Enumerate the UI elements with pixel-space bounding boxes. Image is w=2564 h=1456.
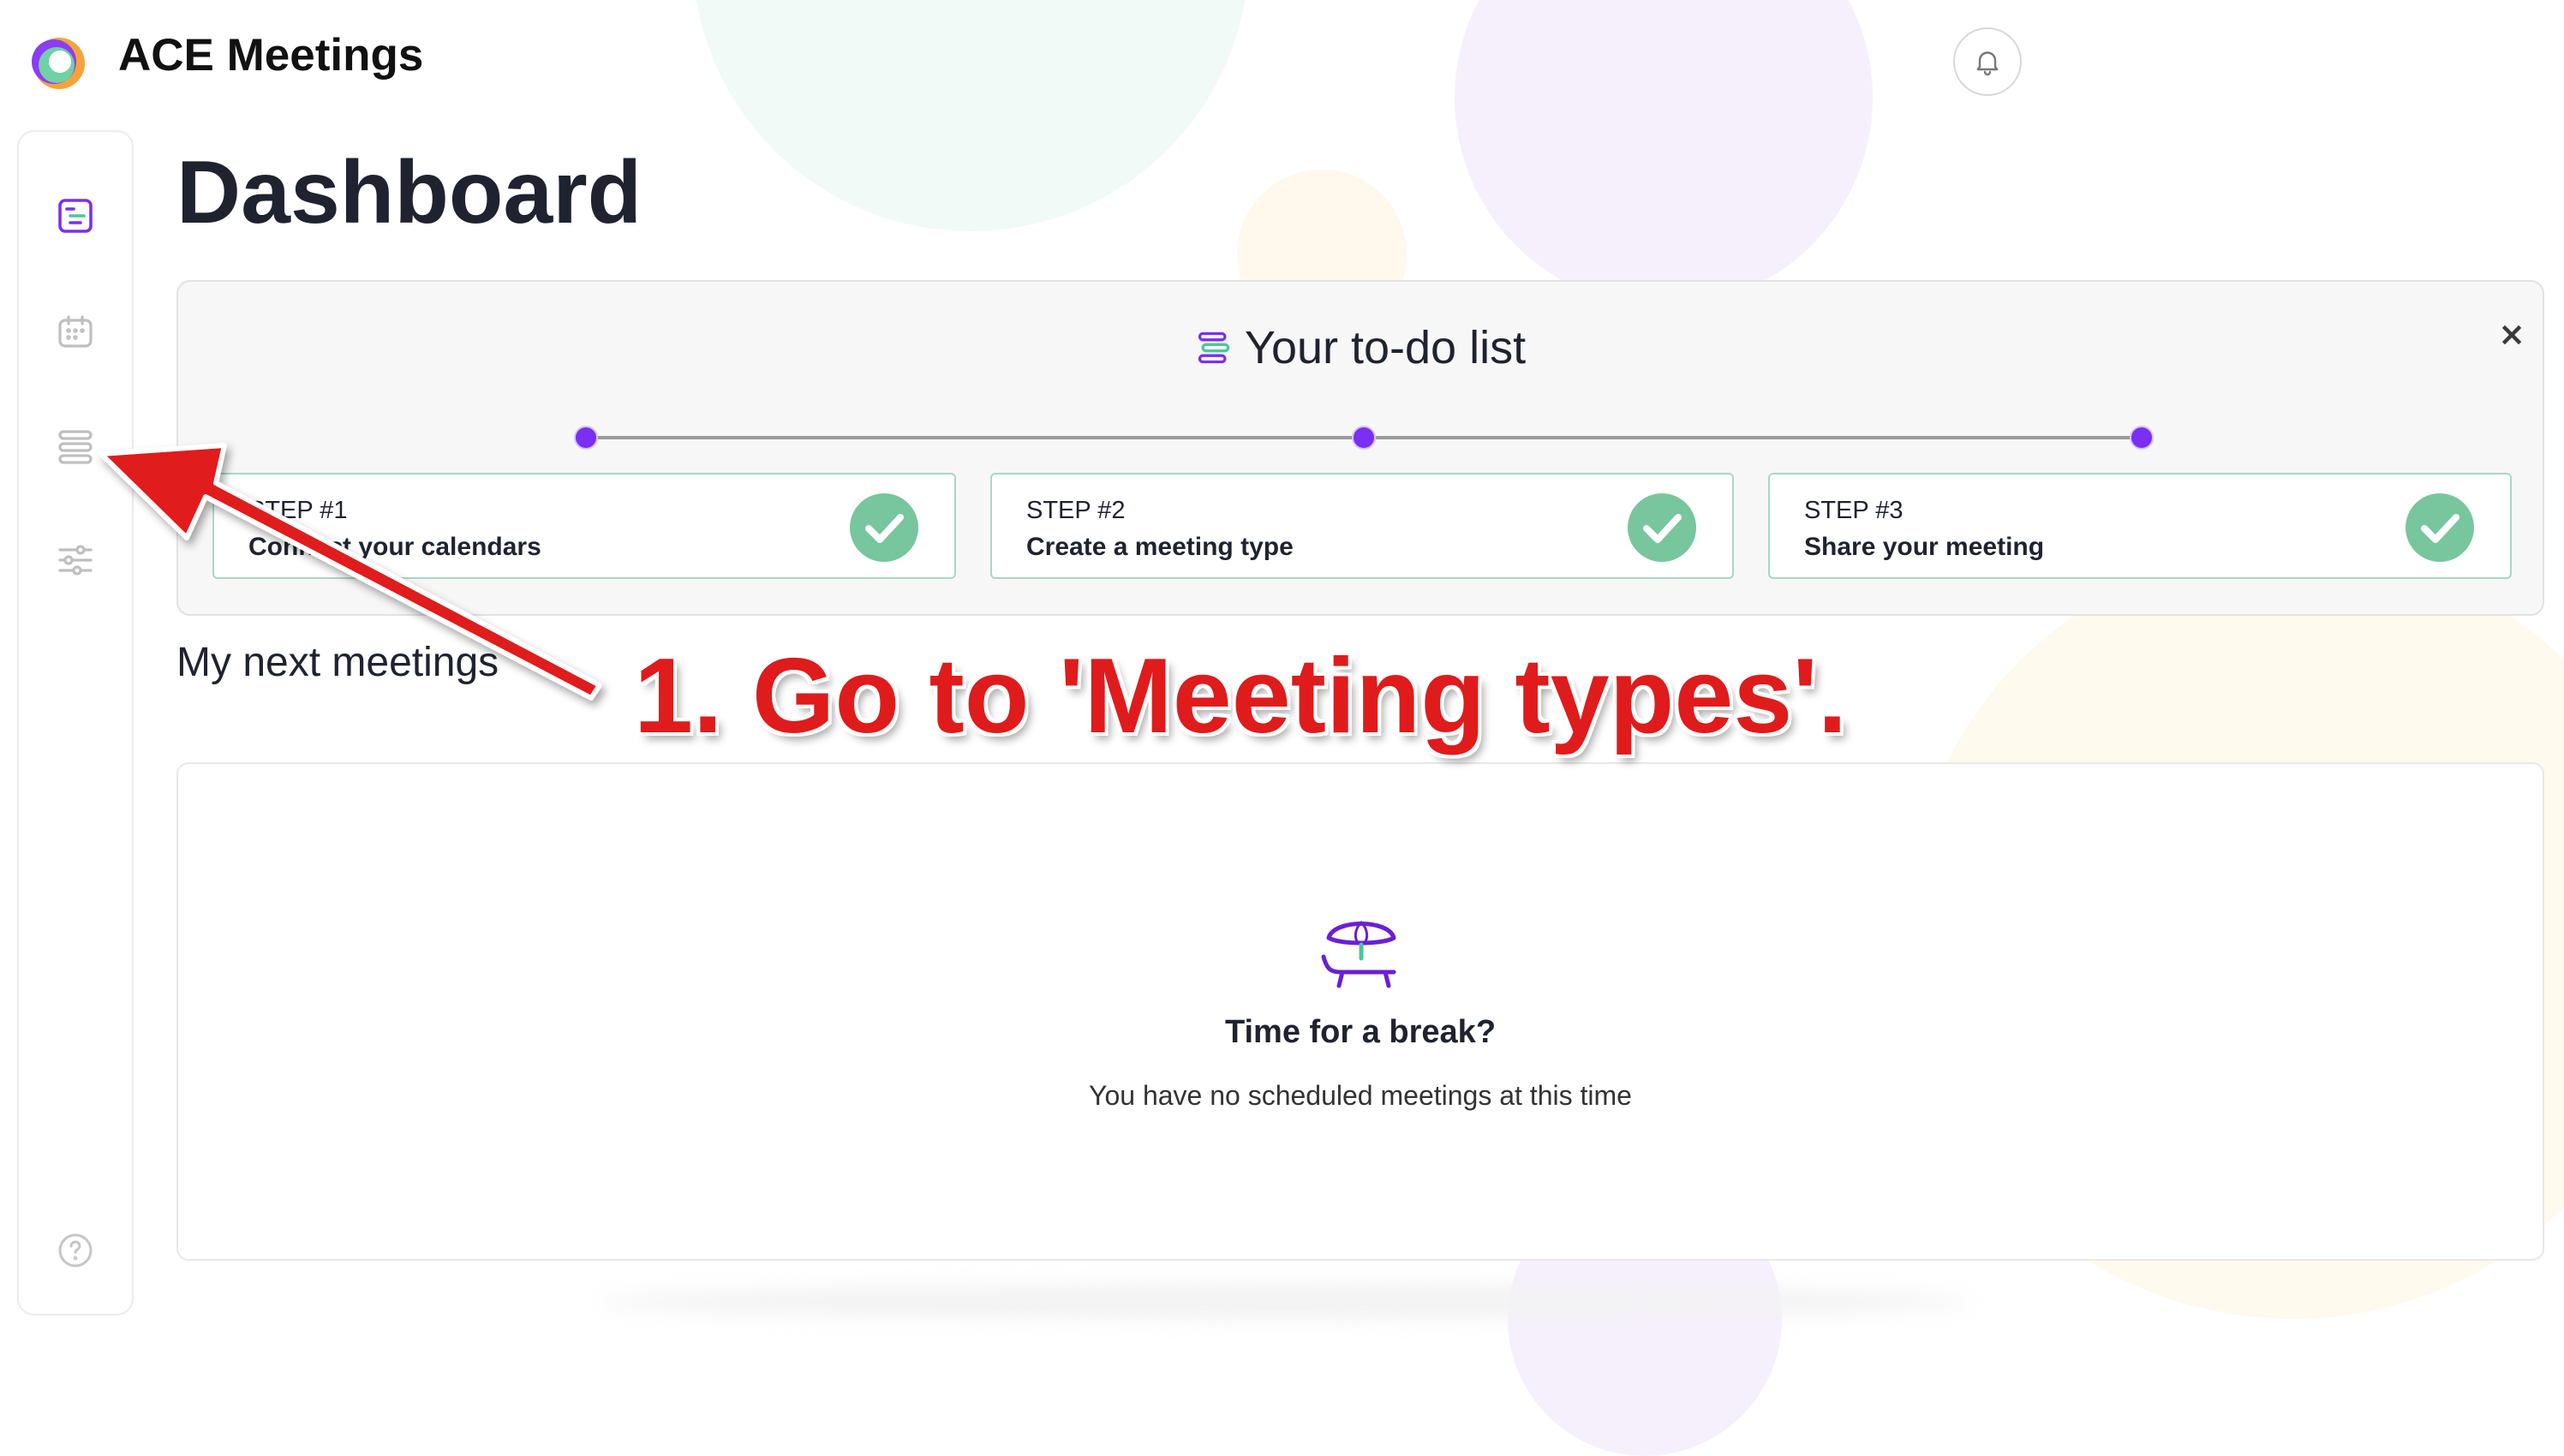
empty-state-subtitle: You have no scheduled meetings at this t… bbox=[1089, 1080, 1632, 1111]
step-dot bbox=[1352, 426, 1376, 450]
step-card-3[interactable]: STEP #3 Share your meeting bbox=[1768, 473, 2512, 579]
check-icon bbox=[2406, 493, 2474, 562]
app-name[interactable]: ACE Meetings bbox=[118, 29, 423, 81]
bell-icon bbox=[1976, 51, 1999, 76]
step-dot bbox=[574, 426, 598, 450]
notifications-button[interactable] bbox=[1953, 27, 2022, 96]
background-circle bbox=[1455, 0, 1873, 307]
todo-list-header: Your to-do list bbox=[178, 321, 2543, 374]
annotation-text: 1. Go to 'Meeting types'. bbox=[634, 637, 1848, 755]
app-logo[interactable] bbox=[27, 33, 87, 92]
beach-umbrella-icon bbox=[1321, 921, 1396, 988]
check-icon bbox=[1628, 493, 1696, 562]
panel-shadow bbox=[600, 1285, 1970, 1319]
step-label: Create a meeting type bbox=[1026, 533, 1294, 561]
step-label: Connect your calendars bbox=[248, 533, 541, 561]
check-icon bbox=[850, 493, 918, 562]
calendar-icon[interactable] bbox=[55, 312, 96, 353]
help-icon[interactable] bbox=[55, 1230, 96, 1271]
step-number: STEP #3 bbox=[1804, 497, 1904, 524]
step-label: Share your meeting bbox=[1804, 533, 2045, 561]
todo-list-title: Your to-do list bbox=[1244, 322, 1527, 373]
todo-list-icon bbox=[1198, 331, 1230, 364]
progress-track bbox=[1364, 436, 2135, 439]
dashboard-icon[interactable] bbox=[55, 195, 96, 236]
step-number: STEP #1 bbox=[248, 497, 348, 524]
sliders-icon[interactable] bbox=[55, 540, 96, 581]
next-meetings-title: My next meetings bbox=[176, 640, 499, 685]
step-dot bbox=[2130, 426, 2154, 450]
sidebar bbox=[17, 130, 134, 1316]
progress-track bbox=[586, 436, 1357, 439]
background-circle bbox=[692, 0, 1249, 231]
step-number: STEP #2 bbox=[1026, 497, 1126, 524]
step-card-2[interactable]: STEP #2 Create a meeting type bbox=[990, 473, 1734, 579]
step-card-1[interactable]: STEP #1 Connect your calendars bbox=[212, 473, 956, 579]
close-icon[interactable]: × bbox=[2498, 318, 2525, 350]
page-title: Dashboard bbox=[176, 143, 642, 242]
next-meetings-panel: Time for a break? You have no scheduled … bbox=[176, 762, 2544, 1261]
meeting-types-icon[interactable] bbox=[55, 427, 96, 468]
todo-list-panel: Your to-do list × STEP #1 Connect your c… bbox=[176, 280, 2544, 616]
empty-state-title: Time for a break? bbox=[1224, 1014, 1497, 1050]
